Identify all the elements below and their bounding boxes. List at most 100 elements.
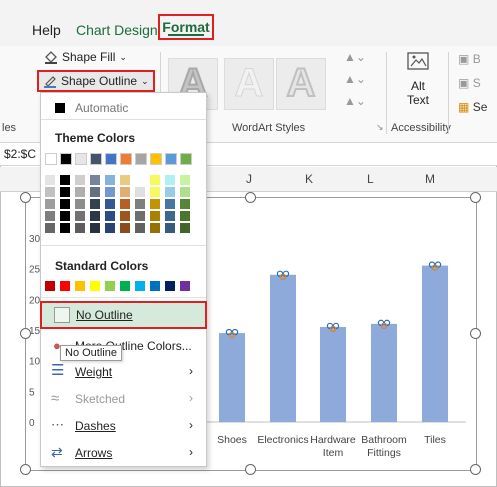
theme-color-swatch[interactable] bbox=[105, 153, 117, 165]
theme-shade-swatch[interactable] bbox=[150, 199, 160, 209]
bar[interactable] bbox=[320, 326, 346, 422]
theme-color-swatch[interactable] bbox=[90, 153, 102, 165]
tab-help[interactable]: Help bbox=[32, 22, 61, 38]
resize-handle[interactable] bbox=[245, 192, 256, 203]
theme-shade-swatch[interactable] bbox=[120, 211, 130, 221]
theme-shade-swatch[interactable] bbox=[90, 199, 100, 209]
theme-shade-swatch[interactable] bbox=[75, 175, 85, 185]
theme-shade-swatch[interactable] bbox=[165, 211, 175, 221]
theme-shade-swatch[interactable] bbox=[150, 223, 160, 233]
shape-outline-button[interactable]: Shape Outline ⌄ bbox=[37, 70, 155, 92]
resize-handle[interactable] bbox=[470, 192, 481, 203]
bar[interactable] bbox=[270, 274, 296, 422]
wordart-style-2[interactable]: A bbox=[224, 58, 274, 110]
theme-shade-swatch[interactable] bbox=[180, 187, 190, 197]
theme-shade-swatch[interactable] bbox=[165, 175, 175, 185]
bar[interactable] bbox=[219, 333, 245, 422]
theme-shade-swatch[interactable] bbox=[60, 199, 70, 209]
text-effects-icon[interactable]: ▲⌄ bbox=[344, 94, 366, 108]
theme-shade-swatch[interactable] bbox=[75, 223, 85, 233]
theme-color-swatch[interactable] bbox=[60, 153, 72, 165]
column-header[interactable]: J bbox=[246, 172, 252, 186]
resize-handle[interactable] bbox=[245, 464, 256, 475]
theme-shade-swatch[interactable] bbox=[45, 175, 55, 185]
theme-color-swatch[interactable] bbox=[180, 153, 192, 165]
theme-shade-swatch[interactable] bbox=[120, 175, 130, 185]
dialog-launcher-icon[interactable]: ↘ bbox=[376, 122, 384, 133]
theme-shade-swatch[interactable] bbox=[60, 187, 70, 197]
standard-color-swatch[interactable] bbox=[135, 281, 145, 291]
theme-shade-swatch[interactable] bbox=[180, 175, 190, 185]
theme-shade-swatch[interactable] bbox=[150, 211, 160, 221]
theme-shade-swatch[interactable] bbox=[150, 187, 160, 197]
theme-shade-swatch[interactable] bbox=[135, 175, 145, 185]
bar[interactable] bbox=[422, 265, 448, 422]
theme-shade-swatch[interactable] bbox=[165, 199, 175, 209]
name-box[interactable]: $2:$C bbox=[4, 147, 36, 161]
theme-shade-swatch[interactable] bbox=[120, 187, 130, 197]
standard-color-swatch[interactable] bbox=[45, 281, 55, 291]
theme-shade-swatch[interactable] bbox=[180, 211, 190, 221]
theme-shade-swatch[interactable] bbox=[60, 211, 70, 221]
theme-shade-swatch[interactable] bbox=[120, 199, 130, 209]
theme-shade-swatch[interactable] bbox=[135, 187, 145, 197]
standard-color-swatch[interactable] bbox=[75, 281, 85, 291]
resize-handle[interactable] bbox=[20, 192, 31, 203]
no-outline-option[interactable]: No Outline bbox=[40, 301, 207, 329]
column-header[interactable]: L bbox=[367, 172, 374, 186]
theme-shade-swatch[interactable] bbox=[120, 223, 130, 233]
theme-shade-swatch[interactable] bbox=[180, 199, 190, 209]
theme-shade-swatch[interactable] bbox=[165, 223, 175, 233]
standard-color-swatch[interactable] bbox=[180, 281, 190, 291]
theme-color-swatch[interactable] bbox=[120, 153, 132, 165]
theme-shade-swatch[interactable] bbox=[45, 199, 55, 209]
text-outline-icon[interactable]: ▲⌄ bbox=[344, 72, 366, 86]
standard-color-swatch[interactable] bbox=[60, 281, 70, 291]
selection-pane-button[interactable]: ▦ Se bbox=[458, 100, 487, 114]
theme-shade-swatch[interactable] bbox=[135, 199, 145, 209]
theme-color-swatch[interactable] bbox=[150, 153, 162, 165]
theme-shade-swatch[interactable] bbox=[75, 187, 85, 197]
theme-shade-swatch[interactable] bbox=[105, 211, 115, 221]
theme-shade-swatch[interactable] bbox=[90, 223, 100, 233]
theme-shade-swatch[interactable] bbox=[105, 187, 115, 197]
theme-color-swatch[interactable] bbox=[45, 153, 57, 165]
standard-color-swatch[interactable] bbox=[105, 281, 115, 291]
resize-handle[interactable] bbox=[20, 464, 31, 475]
theme-shade-swatch[interactable] bbox=[75, 211, 85, 221]
theme-shade-swatch[interactable] bbox=[135, 211, 145, 221]
standard-color-swatch[interactable] bbox=[120, 281, 130, 291]
theme-shade-swatch[interactable] bbox=[90, 187, 100, 197]
column-header[interactable]: K bbox=[305, 172, 313, 186]
standard-color-swatch[interactable] bbox=[165, 281, 175, 291]
theme-shade-swatch[interactable] bbox=[90, 175, 100, 185]
theme-shade-swatch[interactable] bbox=[60, 223, 70, 233]
standard-color-swatch[interactable] bbox=[90, 281, 100, 291]
theme-shade-swatch[interactable] bbox=[90, 211, 100, 221]
theme-shade-swatch[interactable] bbox=[45, 223, 55, 233]
theme-color-swatch[interactable] bbox=[75, 153, 87, 165]
theme-shade-swatch[interactable] bbox=[150, 175, 160, 185]
tab-format[interactable]: Format bbox=[158, 14, 214, 40]
theme-shade-swatch[interactable] bbox=[105, 199, 115, 209]
theme-shade-swatch[interactable] bbox=[60, 175, 70, 185]
tab-chart-design[interactable]: Chart Design bbox=[76, 22, 158, 38]
column-header[interactable]: M bbox=[425, 172, 435, 186]
theme-shade-swatch[interactable] bbox=[75, 199, 85, 209]
theme-shade-swatch[interactable] bbox=[45, 211, 55, 221]
resize-handle[interactable] bbox=[470, 328, 481, 339]
bar[interactable] bbox=[371, 323, 397, 422]
theme-shade-swatch[interactable] bbox=[165, 187, 175, 197]
text-fill-icon[interactable]: ▲⌄ bbox=[344, 50, 366, 64]
theme-shade-swatch[interactable] bbox=[105, 175, 115, 185]
alt-text-button[interactable]: Alt Text bbox=[400, 50, 436, 107]
theme-color-swatch[interactable] bbox=[165, 153, 177, 165]
bring-forward-button[interactable]: ▣ B bbox=[458, 52, 481, 66]
theme-shade-swatch[interactable] bbox=[45, 187, 55, 197]
wordart-style-3[interactable]: A bbox=[276, 58, 326, 110]
theme-shade-swatch[interactable] bbox=[180, 223, 190, 233]
standard-color-swatch[interactable] bbox=[150, 281, 160, 291]
resize-handle[interactable] bbox=[470, 464, 481, 475]
theme-color-swatch[interactable] bbox=[135, 153, 147, 165]
resize-handle[interactable] bbox=[20, 328, 31, 339]
